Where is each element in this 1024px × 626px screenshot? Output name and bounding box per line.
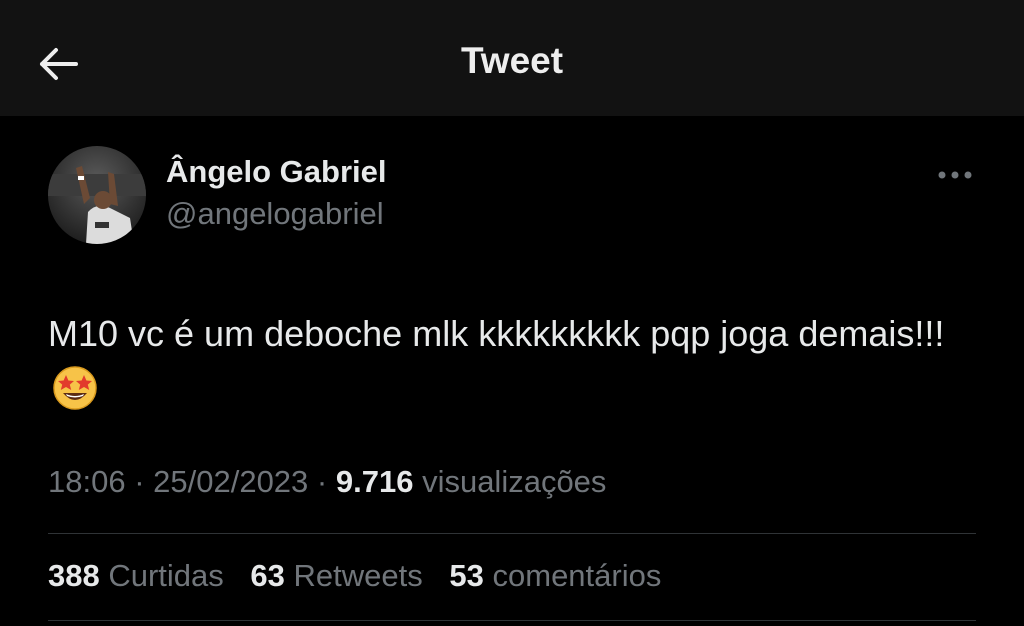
author-handle[interactable]: @angelogabriel — [166, 196, 384, 232]
tweet-date[interactable]: 25/02/2023 — [153, 464, 308, 499]
page-title: Tweet — [460, 40, 564, 81]
more-dots-icon — [938, 171, 972, 179]
retweets-count: 63 — [250, 558, 285, 593]
likes-count: 388 — [48, 558, 100, 593]
likes-stat[interactable]: 388 Curtidas — [48, 558, 224, 593]
avatar-photo — [48, 146, 146, 244]
star-struck-emoji-icon — [52, 365, 98, 411]
engagement-stats: 388 Curtidas 63 Retweets 53 comentários — [48, 558, 679, 594]
retweets-label: Retweets — [293, 558, 423, 593]
comments-stat[interactable]: 53 comentários — [449, 558, 661, 593]
views-count: 9.716 — [335, 464, 414, 499]
author-display-name[interactable]: Ângelo Gabriel — [166, 154, 386, 190]
tweet-body: M10 vc é um deboche mlk kkkkkkkkk pqp jo… — [48, 306, 978, 418]
divider — [48, 533, 976, 534]
meta-separator: · — [125, 464, 154, 499]
avatar[interactable] — [48, 146, 146, 244]
likes-label: Curtidas — [108, 558, 224, 593]
tweet-text: M10 vc é um deboche mlk kkkkkkkkk pqp jo… — [48, 313, 945, 354]
meta-separator: · — [308, 464, 336, 499]
comments-label: comentários — [492, 558, 662, 593]
divider — [48, 620, 976, 621]
tweet-time[interactable]: 18:06 — [48, 464, 126, 499]
top-bar: Tweet — [0, 0, 1024, 116]
tweet-meta: 18:06 · 25/02/2023 · 9.716 visualizações — [48, 464, 606, 500]
views-label: visualizações — [422, 464, 607, 499]
comments-count: 53 — [449, 558, 484, 593]
more-options-button[interactable] — [934, 160, 976, 190]
retweets-stat[interactable]: 63 Retweets — [250, 558, 422, 593]
